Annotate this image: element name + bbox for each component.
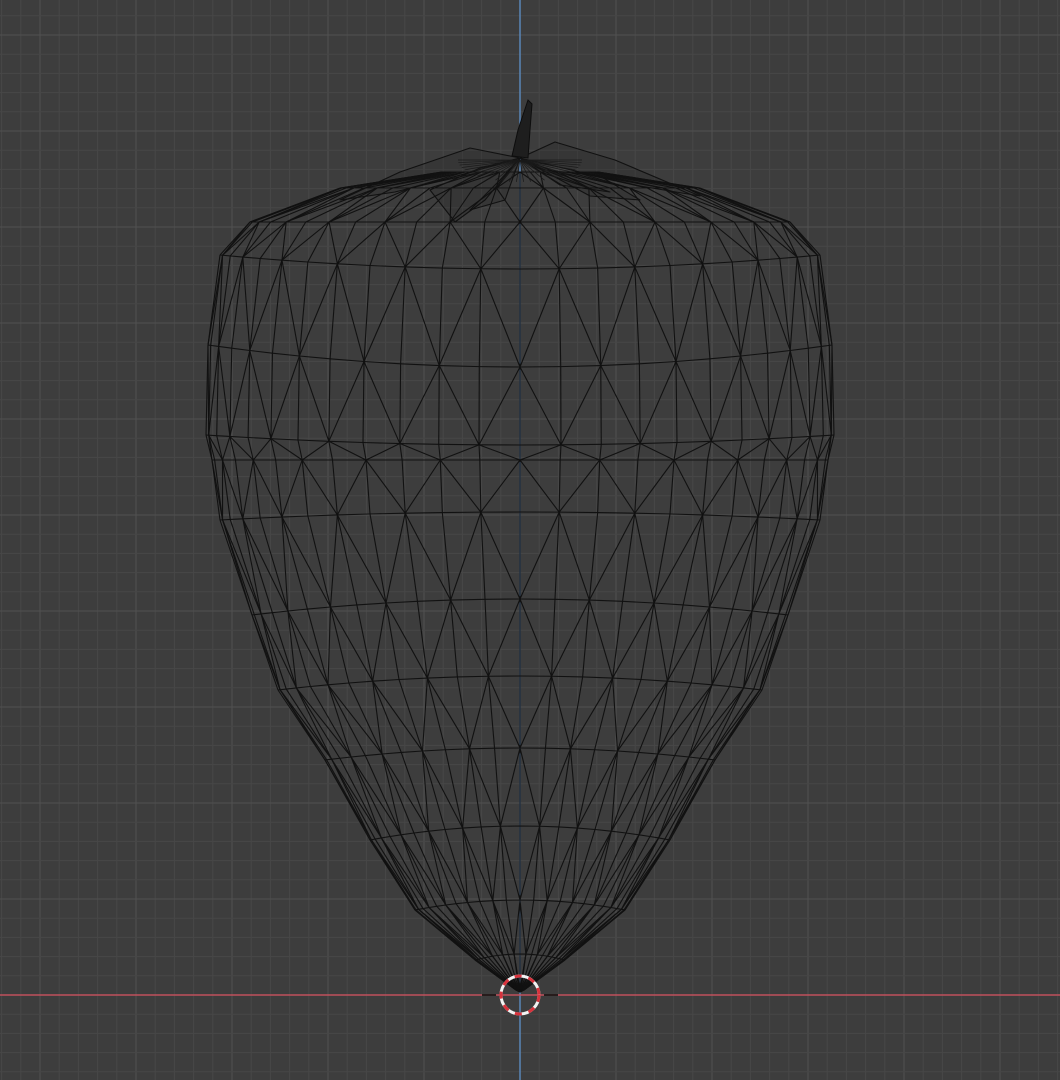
- viewport-canvas[interactable]: [0, 0, 1060, 1080]
- 3d-viewport[interactable]: [0, 0, 1060, 1080]
- mesh-edge: [478, 444, 481, 461]
- mesh-edge: [399, 363, 402, 444]
- mesh-edge: [438, 365, 440, 445]
- mesh-edge: [600, 365, 602, 445]
- mesh-edge: [559, 444, 562, 461]
- mesh-edge: [638, 363, 641, 444]
